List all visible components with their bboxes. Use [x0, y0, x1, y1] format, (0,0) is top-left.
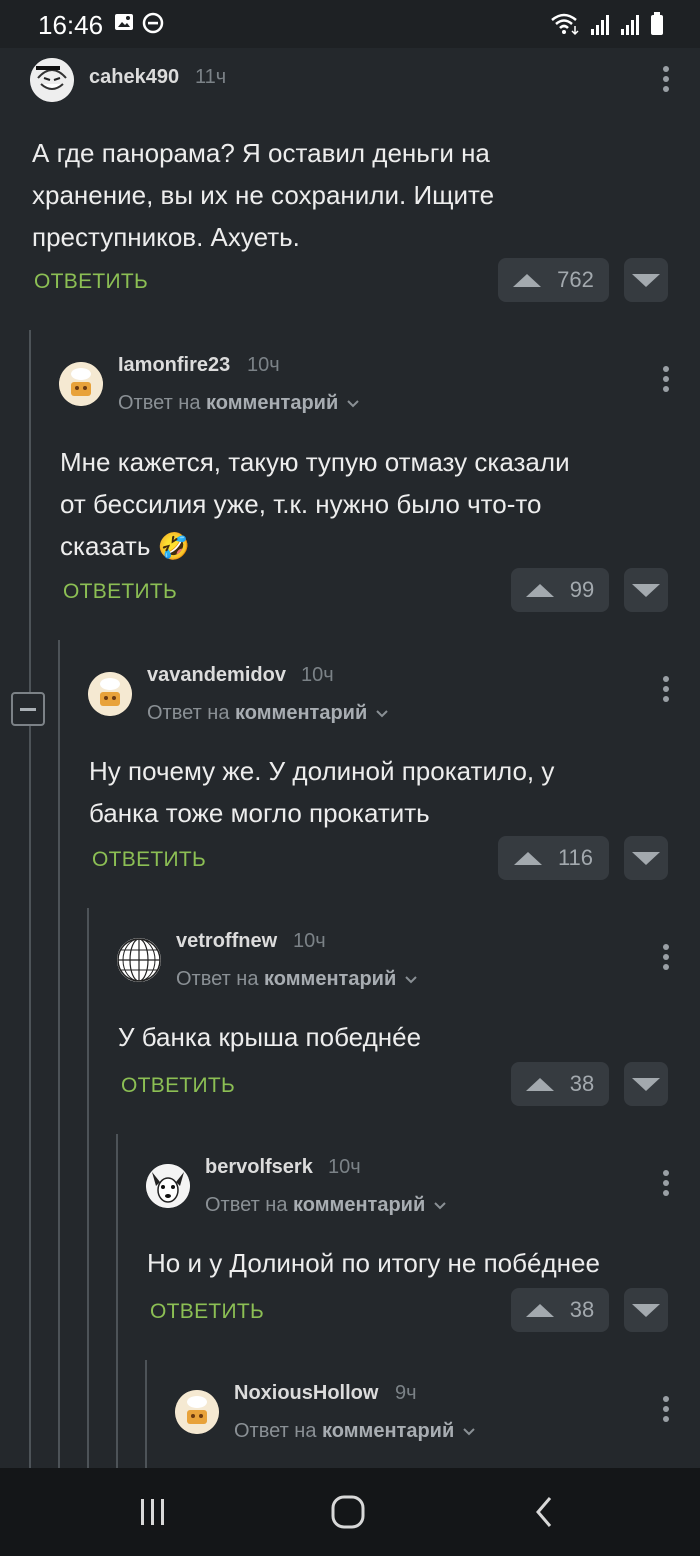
username[interactable]: vetroffnew	[176, 930, 277, 953]
reply-button[interactable]: ОТВЕТИТЬ	[34, 270, 148, 294]
more-options-icon[interactable]	[660, 944, 672, 974]
thread-line	[29, 330, 31, 1468]
collapse-thread-button[interactable]	[11, 692, 45, 726]
downvote-icon	[632, 1303, 660, 1317]
comment-text: Но и у Долиной по итогу не побéднее	[147, 1248, 600, 1278]
username[interactable]: bervolfserk	[205, 1156, 313, 1179]
upvote-button[interactable]: 38	[511, 1288, 609, 1332]
home-icon[interactable]	[326, 1490, 370, 1534]
back-icon[interactable]	[522, 1490, 566, 1534]
thread-line	[116, 1134, 118, 1468]
reply-button[interactable]: ОТВЕТИТЬ	[150, 1300, 264, 1324]
reply-to-label[interactable]: Ответ на комментарий	[205, 1194, 447, 1217]
vote-count: 38	[569, 1071, 595, 1096]
status-bar: 16:46	[0, 0, 700, 48]
downvote-button[interactable]	[624, 568, 668, 612]
comment-time: 11ч	[195, 66, 227, 88]
system-navigation-bar	[0, 1468, 700, 1556]
signal-icon	[621, 15, 639, 35]
comment-time: 10ч	[247, 354, 280, 376]
reply-to-label[interactable]: Ответ на комментарий	[176, 968, 418, 991]
status-time: 16:46	[38, 10, 104, 40]
user-avatar[interactable]	[59, 362, 103, 406]
upvote-button[interactable]: 762	[498, 258, 609, 302]
downvote-icon	[632, 851, 660, 865]
recent-apps-icon[interactable]	[131, 1490, 175, 1534]
upvote-button[interactable]: 38	[511, 1062, 609, 1106]
battery-icon	[651, 12, 663, 35]
do-not-disturb-icon	[142, 12, 164, 34]
more-options-icon[interactable]	[660, 676, 672, 706]
downvote-icon	[632, 1077, 660, 1091]
user-avatar[interactable]	[117, 938, 161, 982]
comment-text: Ну почему же. У долиной прокатило, у бан…	[89, 756, 555, 828]
comment-time: 10ч	[293, 930, 326, 952]
comment-text: Мне кажется, такую тупую отмазу сказали …	[60, 447, 570, 561]
user-avatar[interactable]	[175, 1390, 219, 1434]
downvote-button[interactable]	[624, 836, 668, 880]
comment-text: А где панорама? Я оставил деньги на хран…	[32, 138, 495, 252]
reply-button[interactable]: ОТВЕТИТЬ	[63, 580, 177, 604]
vote-count: 99	[569, 577, 595, 602]
thread-line	[87, 908, 89, 1468]
downvote-button[interactable]	[624, 1062, 668, 1106]
upvote-icon	[525, 1303, 554, 1317]
username[interactable]: vavandemidov	[147, 664, 286, 687]
chevron-down-icon	[463, 1428, 475, 1436]
vote-count: 38	[569, 1297, 595, 1322]
upvote-icon	[513, 273, 542, 287]
reply-to-label[interactable]: Ответ на комментарий	[147, 702, 389, 725]
reply-button[interactable]: ОТВЕТИТЬ	[92, 848, 206, 872]
more-options-icon[interactable]	[660, 66, 672, 96]
reply-to-label[interactable]: Ответ на комментарий	[234, 1420, 476, 1443]
upvote-icon	[525, 1077, 554, 1091]
thread-line	[58, 640, 60, 1468]
upvote-button[interactable]: 99	[511, 568, 609, 612]
username[interactable]: cahek490	[89, 66, 179, 89]
upvote-icon	[525, 583, 554, 597]
status-right-icons	[550, 12, 664, 36]
username[interactable]: NoxiousHollow	[234, 1382, 378, 1405]
chevron-down-icon	[405, 976, 417, 984]
comment-time: 10ч	[301, 664, 334, 686]
user-avatar[interactable]	[30, 58, 74, 102]
wifi-icon	[551, 13, 579, 36]
more-options-icon[interactable]	[660, 366, 672, 396]
username[interactable]: Iamonfire23	[118, 354, 230, 377]
vote-count: 762	[557, 267, 594, 292]
thread-line	[145, 1360, 147, 1468]
vote-count: 116	[557, 845, 594, 870]
reply-button[interactable]: ОТВЕТИТЬ	[121, 1074, 235, 1098]
gallery-icon	[115, 14, 133, 30]
user-avatar[interactable]	[146, 1164, 190, 1208]
signal-icon	[591, 15, 609, 35]
more-options-icon[interactable]	[660, 1396, 672, 1426]
chevron-down-icon	[376, 710, 388, 718]
downvote-button[interactable]	[624, 1288, 668, 1332]
user-avatar[interactable]	[88, 672, 132, 716]
downvote-button[interactable]	[624, 258, 668, 302]
comment-time: 10ч	[328, 1156, 361, 1178]
downvote-icon	[632, 583, 660, 597]
upvote-button[interactable]: 116	[498, 836, 609, 880]
upvote-icon	[513, 851, 542, 865]
comment-text: У банка крыша победнéе	[118, 1022, 422, 1052]
chevron-down-icon	[347, 400, 359, 408]
more-options-icon[interactable]	[660, 1170, 672, 1200]
reply-to-label[interactable]: Ответ на комментарий	[118, 392, 360, 415]
comment-time: 9ч	[395, 1382, 417, 1404]
chevron-down-icon	[434, 1202, 446, 1210]
downvote-icon	[632, 273, 660, 287]
